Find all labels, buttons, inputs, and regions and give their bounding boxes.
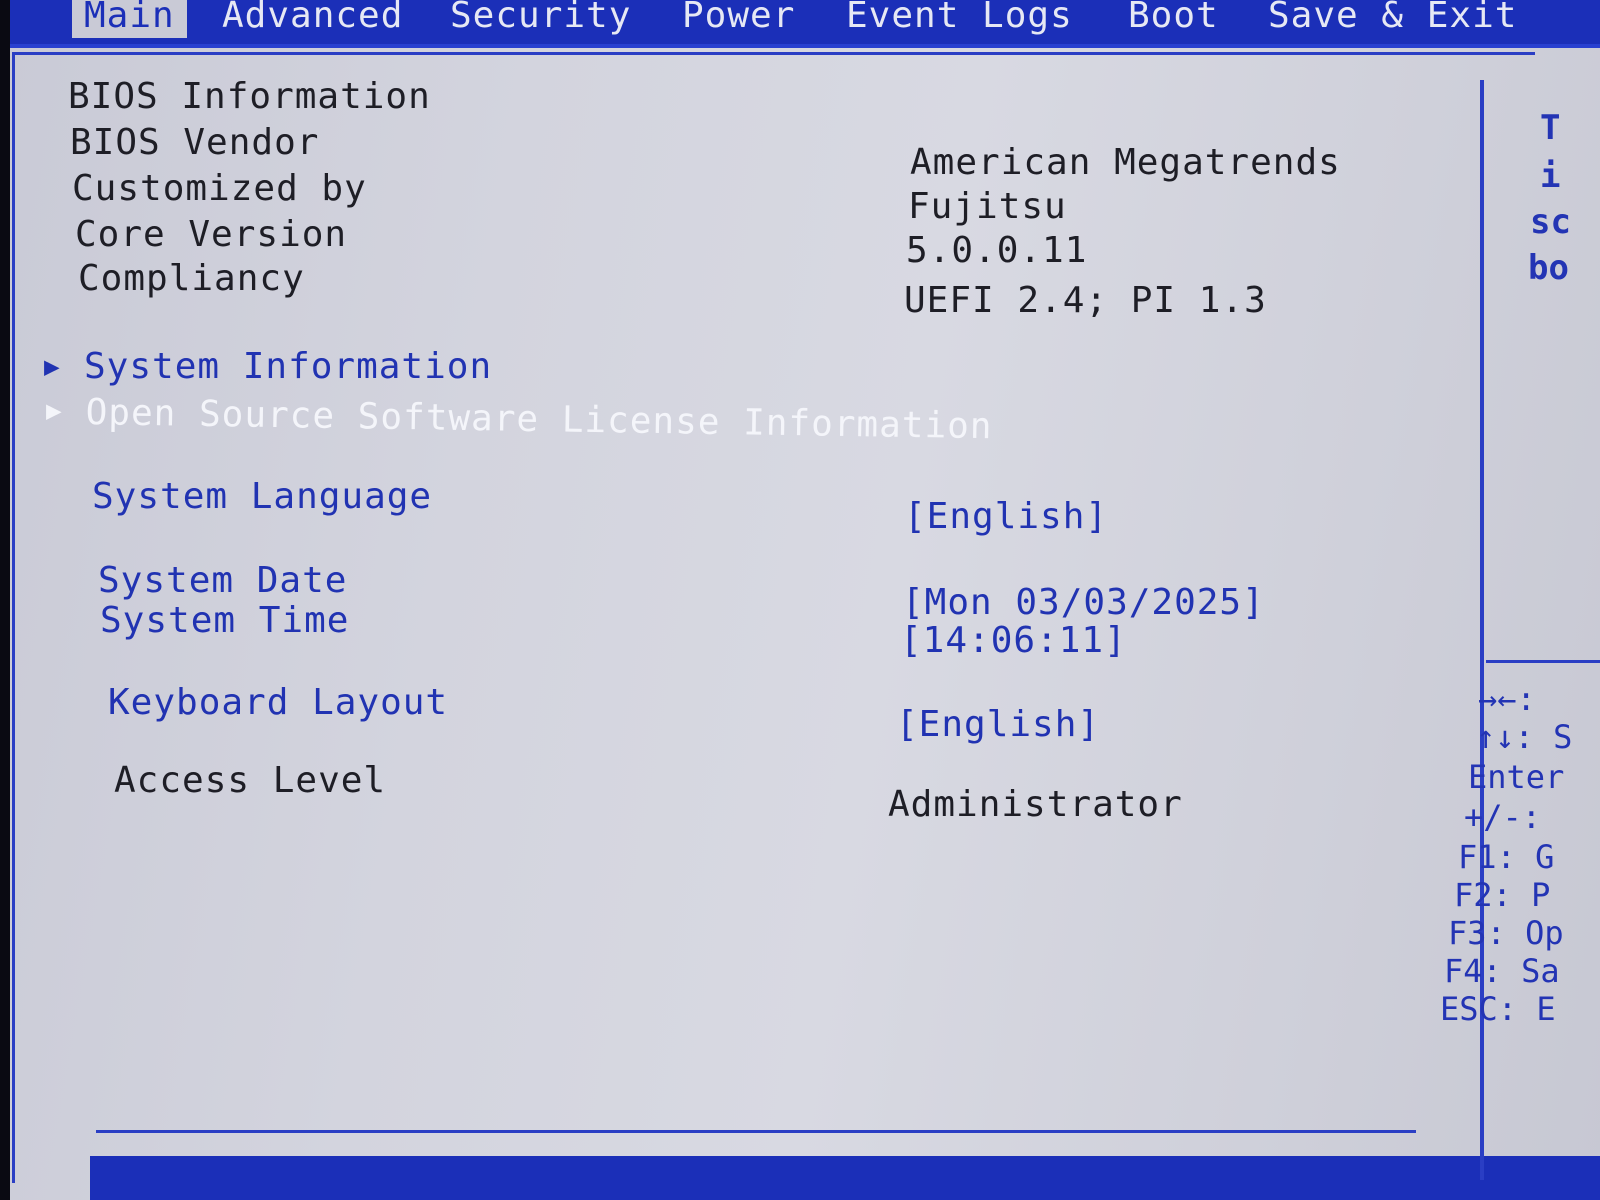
help-text-line: sc [1530,202,1571,242]
core-version-label: Core Version [75,214,348,255]
customized-by-label: Customized by [72,168,367,209]
system-information-item[interactable]: System Information [84,346,492,387]
bottom-status-bar [90,1156,1600,1200]
frame-bottom-rule [96,1130,1416,1133]
access-level-value: Administrator [888,784,1183,825]
bios-vendor-value: American Megatrends [910,142,1341,183]
tab-main[interactable]: Main [72,0,187,38]
key-legend-f2: F2: P [1454,876,1551,914]
bios-vendor-label: BIOS Vendor [70,122,320,163]
system-language-label: System Language [92,476,433,517]
compliancy-label: Compliancy [78,258,305,299]
help-divider [1486,660,1600,663]
system-time-value[interactable]: [14:06:11] [900,620,1127,661]
system-time-label: System Time [100,600,350,641]
tab-security[interactable]: Security [450,0,631,38]
submenu-arrow-icon: ▶ [44,352,60,382]
key-legend-select-item: ↑↓: S [1476,718,1573,756]
tab-power[interactable]: Power [682,0,795,38]
bios-screen: Main Advanced Security Power Event Logs … [0,0,1600,1200]
key-legend-enter: Enter [1468,758,1565,796]
compliancy-value: UEFI 2.4; PI 1.3 [904,280,1267,321]
tab-boot[interactable]: Boot [1128,0,1219,38]
bios-information-heading: BIOS Information [68,76,431,117]
key-legend-esc: ESC: E [1440,990,1556,1028]
tab-advanced[interactable]: Advanced [222,0,403,38]
menu-bar: Main Advanced Security Power Event Logs … [10,0,1600,48]
tab-save-exit[interactable]: Save & Exit [1268,0,1517,38]
help-text-line: T [1540,108,1561,148]
monitor-bezel [0,0,10,1200]
customized-by-value: Fujitsu [908,186,1067,227]
key-legend-f4: F4: Sa [1444,952,1560,990]
tab-event-logs[interactable]: Event Logs [846,0,1073,38]
core-version-value: 5.0.0.11 [906,230,1088,271]
key-legend-select-screen: →←: [1478,680,1536,718]
key-legend-f3: F3: Op [1448,914,1564,952]
key-legend-f1: F1: G [1458,838,1555,876]
key-legend-change: +/-: [1464,798,1542,836]
keyboard-layout-label: Keyboard Layout [108,682,449,723]
keyboard-layout-value[interactable]: [English] [896,704,1100,745]
help-text-line: bo [1528,248,1569,288]
help-text-line: i [1540,156,1561,196]
system-date-label: System Date [98,560,348,601]
access-level-label: Access Level [114,760,387,801]
system-language-value[interactable]: [English] [904,496,1108,537]
submenu-arrow-icon: ▶ [46,396,62,426]
system-date-value[interactable]: [Mon 03/03/2025] [902,582,1265,623]
